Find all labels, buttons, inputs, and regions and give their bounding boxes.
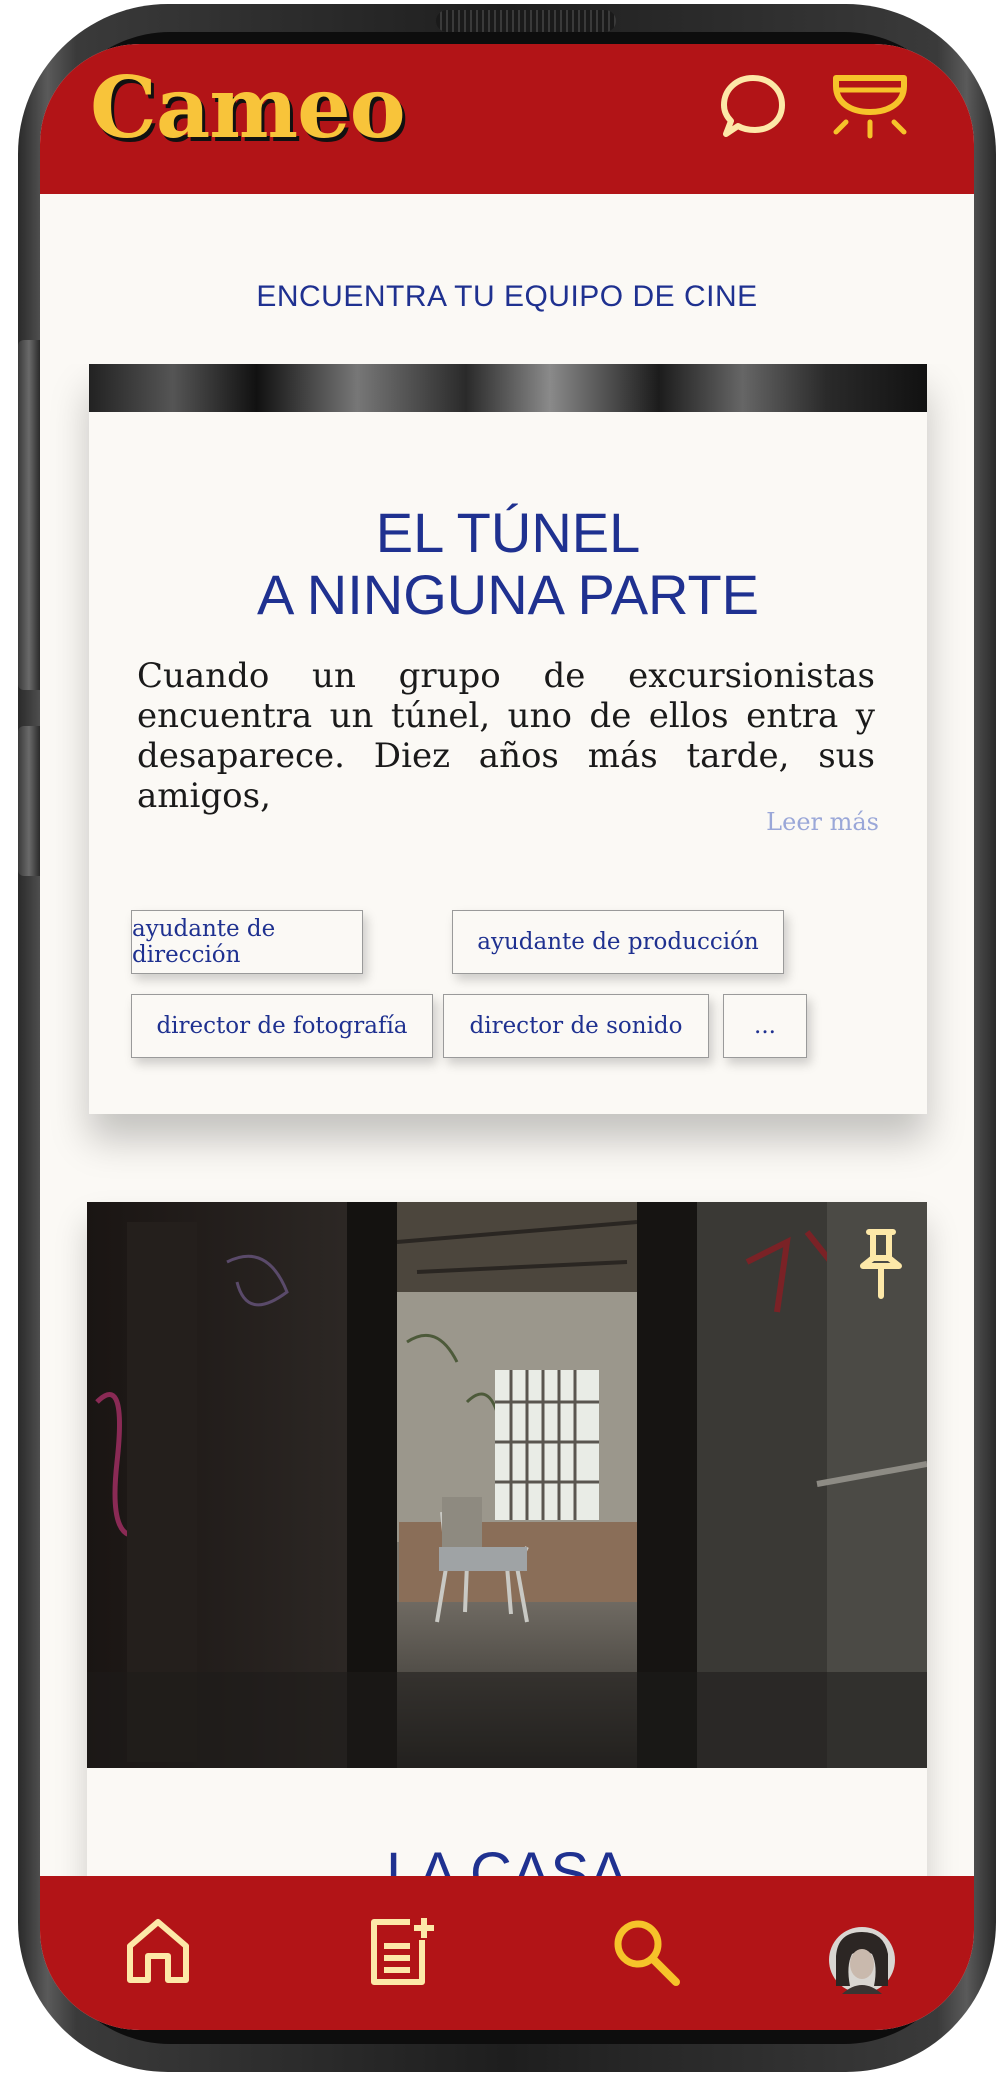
tagline-section: ENCUENTRA TU EQUIPO DE CINE [40,194,974,364]
project-card[interactable]: LA CASA [87,1202,927,1924]
side-button [18,340,40,690]
bottom-nav [40,1876,974,2030]
chat-bubble-icon[interactable] [718,72,788,142]
project-feed[interactable]: EL TÚNEL A NINGUNA PARTE Cuando un grupo… [40,364,974,1924]
speaker-grille [436,10,616,32]
project-description: Cuando un grupo de excursionistas encuen… [137,656,875,816]
role-tag[interactable]: ayudante de dirección [131,910,363,974]
side-button [18,726,40,876]
pin-icon[interactable] [859,1228,903,1300]
project-image [89,364,927,412]
role-tag[interactable]: director de sonido [443,994,709,1058]
more-roles-button[interactable]: ... [723,994,807,1058]
role-tag[interactable]: ayudante de producción [452,910,784,974]
app-screen: Cameo ENCUENTRA TU EQUIPO DE CINE EL TÚN… [40,44,974,2030]
project-card[interactable]: EL TÚNEL A NINGUNA PARTE Cuando un grupo… [89,364,927,1114]
add-note-icon[interactable] [366,1916,436,1988]
read-more-link[interactable]: Leer más [766,808,879,836]
project-title-line: EL TÚNEL [375,501,641,564]
project-title-line: A NINGUNA PARTE [256,563,760,626]
profile-avatar[interactable] [828,1926,896,1994]
alarm-light-icon[interactable] [828,70,912,154]
tagline-text: ENCUENTRA TU EQUIPO DE CINE [256,280,758,313]
top-bar: Cameo [40,44,974,194]
abandoned-room-photo [87,1202,927,1768]
home-icon[interactable] [124,1916,192,1986]
app-logo[interactable]: Cameo [90,58,406,157]
search-icon[interactable] [610,1916,682,1988]
role-tag[interactable]: director de fotografía [131,994,433,1058]
project-image [87,1202,927,1768]
